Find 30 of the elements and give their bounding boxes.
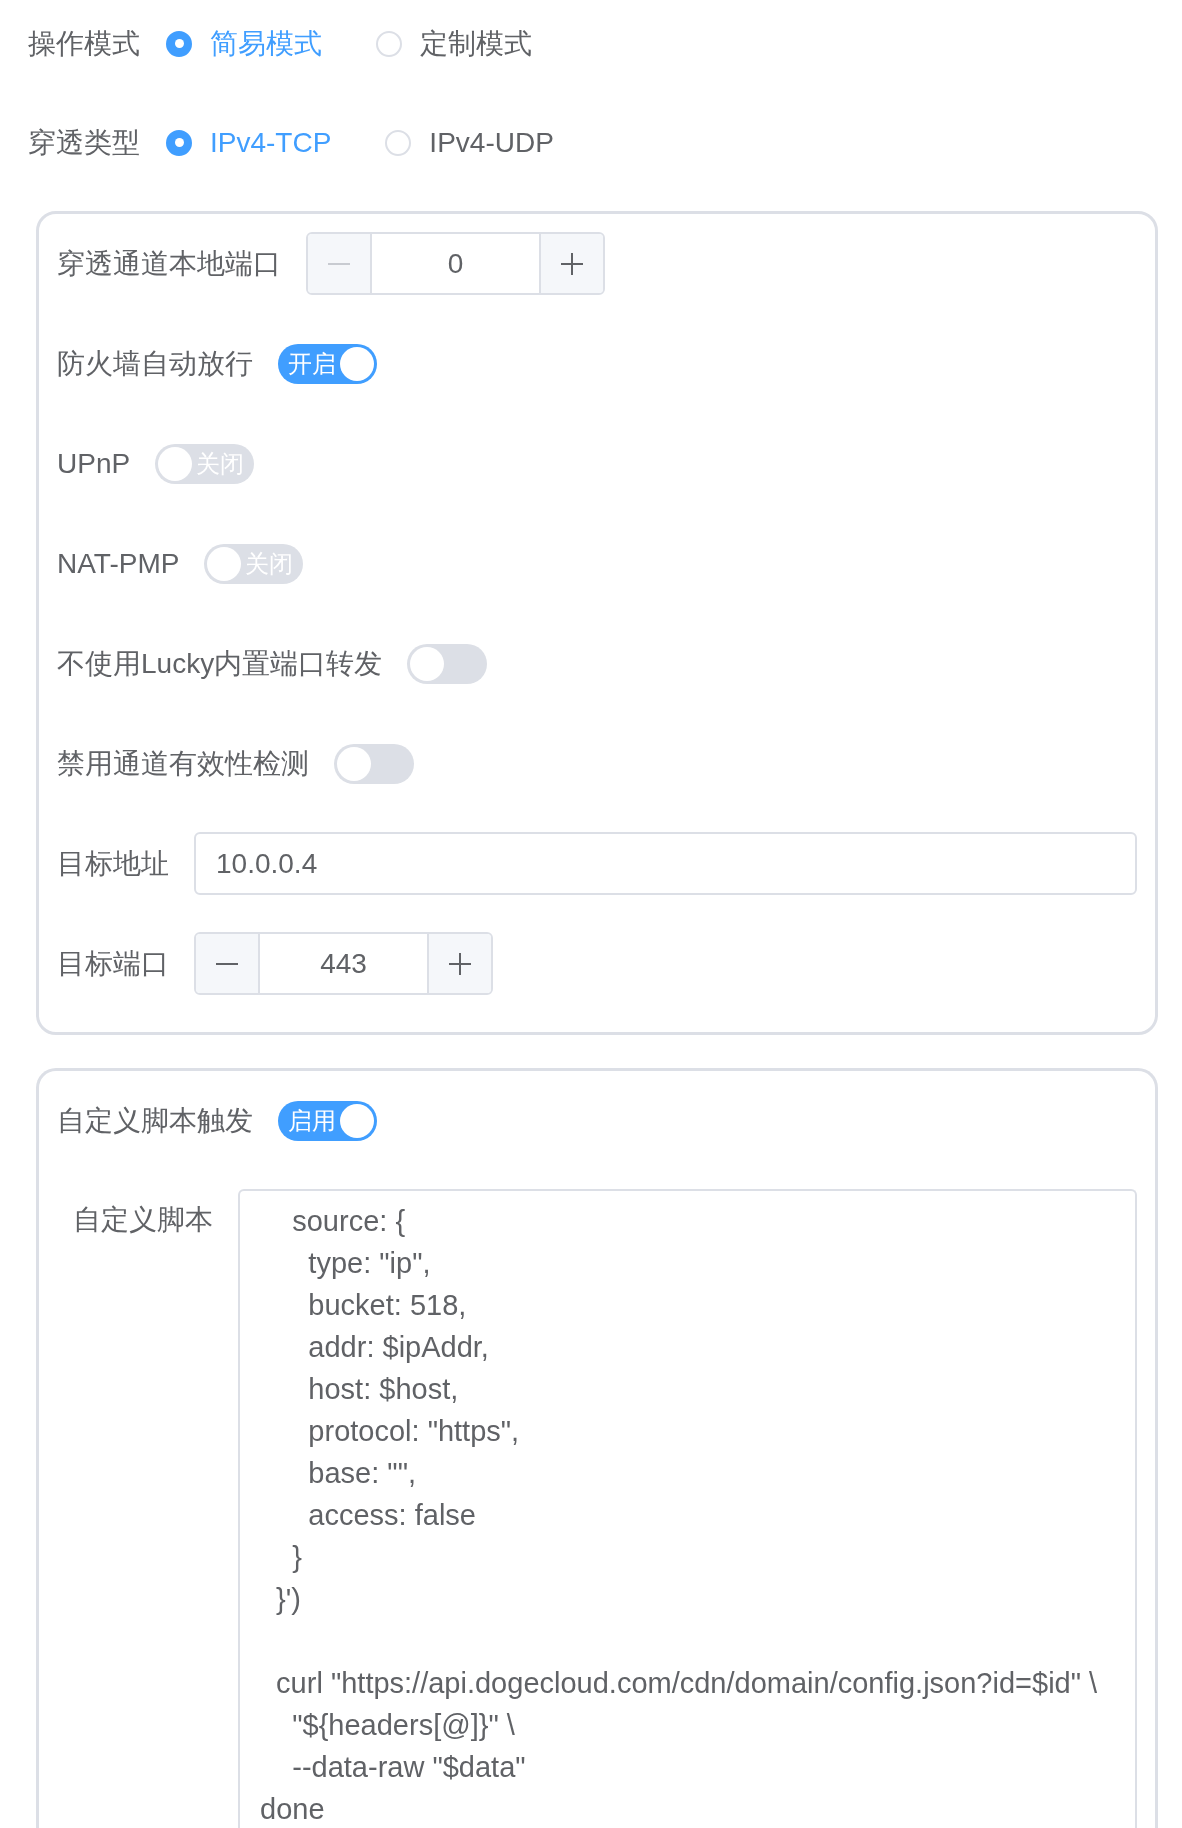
field-label: 穿透通道本地端口: [57, 246, 281, 281]
number-value[interactable]: 443: [260, 934, 427, 993]
plus-icon: [449, 952, 471, 975]
field-label: 不使用Lucky内置端口转发: [57, 646, 383, 681]
field-label: UPnP: [57, 447, 131, 480]
field-label: 穿透类型: [28, 125, 140, 160]
text-input[interactable]: 10.0.0.4: [194, 832, 1137, 895]
field-label: 目标端口: [57, 946, 169, 981]
decrease-button[interactable]: [308, 234, 372, 293]
number-input[interactable]: 0: [306, 232, 605, 295]
toggle-switch[interactable]: [407, 643, 488, 684]
radio-label[interactable]: 定制模式: [420, 24, 532, 63]
number-value[interactable]: 0: [372, 234, 539, 293]
radio-button[interactable]: [166, 129, 192, 156]
plus-icon: [561, 252, 583, 275]
field-label: 操作模式: [28, 26, 140, 61]
radio-label[interactable]: IPv4-UDP: [429, 126, 554, 159]
toggle-switch[interactable]: [334, 743, 414, 784]
radio-button[interactable]: [166, 30, 192, 57]
increase-button[interactable]: [539, 234, 603, 293]
number-input[interactable]: 443: [194, 932, 493, 995]
field-label: NAT-PMP: [57, 547, 180, 580]
decrease-button[interactable]: [196, 934, 260, 993]
field-label: 自定义脚本触发: [57, 1103, 253, 1138]
increase-button[interactable]: [427, 934, 491, 993]
script-textarea[interactable]: source: { type: "ip", bucket: 518, addr: $ipAddr, host: $host, protocol: "https", base: "", access: false } }') curl "https://api.dogecloud.com/cdn/domain/config.json?id=$id" \ "${headers[@]}" \ --data-raw "$data" done: [238, 1189, 1137, 1828]
field-label: 禁用通道有效性检测: [57, 746, 309, 781]
field-label: 防火墙自动放行: [57, 346, 253, 381]
field-label: 目标地址: [57, 846, 169, 881]
field-label: 自定义脚本: [73, 1203, 213, 1237]
